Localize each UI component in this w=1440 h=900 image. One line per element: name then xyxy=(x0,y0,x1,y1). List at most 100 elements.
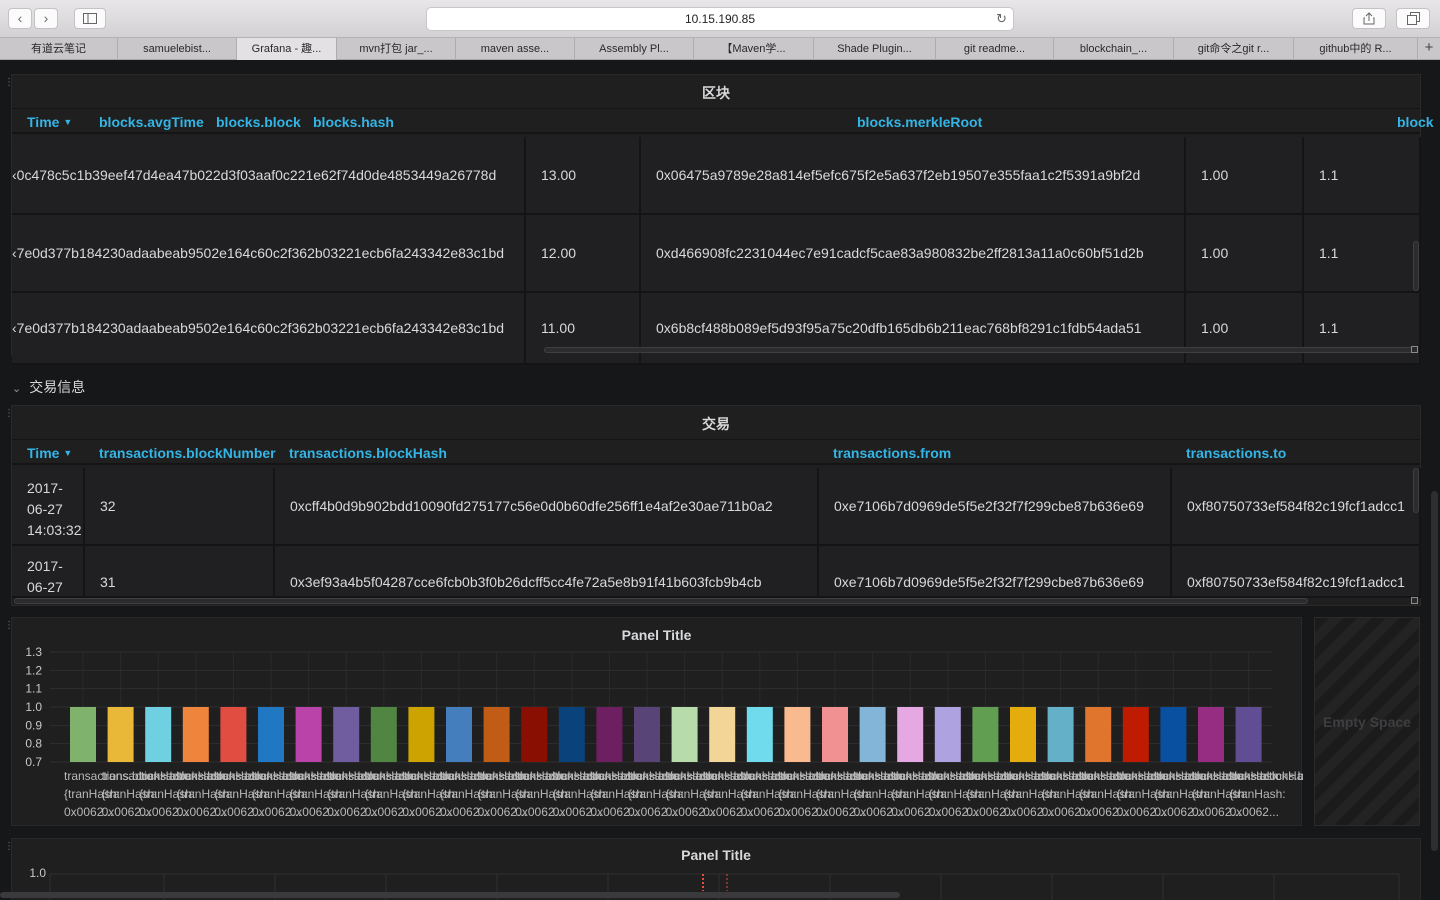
empty-space-label: Empty Space xyxy=(1323,714,1411,730)
table-cell: 1.1 xyxy=(1304,293,1421,365)
column-header-blocknumber[interactable]: transactions.blockNumber xyxy=(99,445,276,461)
bar xyxy=(1010,707,1036,762)
table-cell: 0xe7106b7d0969de5f5e2f32f7f299cbe87b636e… xyxy=(819,468,1172,546)
panel-title[interactable]: 交易 xyxy=(12,414,1420,434)
browser-tab[interactable]: Assembly Pl... xyxy=(575,38,694,60)
bar xyxy=(1047,707,1074,762)
table-cell: 0xf80750733ef584f82c19fcf1adcc1 xyxy=(1172,546,1421,598)
share-icon[interactable] xyxy=(1352,8,1386,29)
bar xyxy=(558,707,585,762)
bar xyxy=(1085,707,1112,762)
bar xyxy=(1122,707,1149,762)
bar xyxy=(634,707,660,762)
page-horizontal-scrollbar[interactable] xyxy=(0,892,900,898)
browser-tab[interactable]: github中的 R... xyxy=(1294,38,1418,60)
resize-handle-icon[interactable] xyxy=(1411,597,1418,604)
table-cell: 0xf80750733ef584f82c19fcf1adcc1 xyxy=(1172,468,1421,546)
dashboard: ⋮ 区块 Time ▼ blocks.avgTime blocks.block … xyxy=(0,61,1440,900)
empty-space-panel: Empty Space xyxy=(1314,617,1420,826)
table-header: Time ▼ transactions.blockNumber transact… xyxy=(12,439,1420,465)
bar xyxy=(822,707,848,762)
column-header-hash[interactable]: blocks.hash xyxy=(313,114,394,130)
browser-tab[interactable]: 有道云笔记 xyxy=(0,38,118,60)
column-header-to[interactable]: transactions.to xyxy=(1186,445,1286,461)
address-bar[interactable]: 10.15.190.85 ↻ xyxy=(426,7,1014,31)
page-vertical-scrollbar[interactable] xyxy=(1431,491,1438,851)
browser-tab[interactable]: git readme... xyxy=(936,38,1054,60)
bar xyxy=(258,707,284,762)
column-header-merkleroot[interactable]: blocks.merkleRoot xyxy=(857,114,982,130)
horizontal-scrollbar[interactable] xyxy=(544,347,1414,353)
bar xyxy=(483,707,510,762)
browser-tab[interactable]: Shade Plugin... xyxy=(814,38,936,60)
bar xyxy=(897,707,924,762)
browser-tab[interactable]: git命令之git r... xyxy=(1174,38,1294,60)
back-icon[interactable]: ‹ xyxy=(8,8,32,29)
column-header-from[interactable]: transactions.from xyxy=(833,445,951,461)
column-header-blockhash[interactable]: transactions.blockHash xyxy=(289,445,447,461)
drag-handle-icon[interactable]: ⋮ xyxy=(4,78,14,88)
column-header-block[interactable]: blocks.block xyxy=(216,114,301,130)
resize-handle-icon[interactable] xyxy=(1411,346,1418,353)
bar xyxy=(107,707,134,762)
bar xyxy=(596,707,623,762)
table-cell: 1.00 xyxy=(1186,137,1304,215)
table-cell: 31 xyxy=(85,546,275,598)
browser-tab[interactable]: mvn打包 jar_... xyxy=(337,38,456,60)
bar xyxy=(145,707,172,762)
drag-handle-icon[interactable]: ⋮ xyxy=(4,842,14,852)
browser-tab[interactable]: samuelebist... xyxy=(118,38,237,60)
forward-icon[interactable]: › xyxy=(34,8,58,29)
transactions-panel: ⋮ 交易 Time ▼ transactions.blockNumber tra… xyxy=(4,405,1421,606)
bar xyxy=(408,707,435,762)
table-cell: 0x6b8cf488b089ef5d93f95a75c20dfb165db6b2… xyxy=(641,293,1186,365)
bar-chart: 1.3 1.2 1.1 1.0 0.9 0.8 0.7 transactions.blockH… xyxy=(25,645,1303,819)
table-cell: 0xe7106b7d0969de5f5e2f32f7f299cbe87b636e… xyxy=(819,546,1172,598)
bar xyxy=(746,707,773,762)
new-tab-icon[interactable]: + xyxy=(1418,38,1440,60)
panel-title[interactable]: 区块 xyxy=(12,83,1420,103)
browser-tab[interactable]: maven asse... xyxy=(456,38,575,60)
bar xyxy=(934,707,961,762)
browser-tab[interactable]: blockchain_... xyxy=(1054,38,1174,60)
table-cell: 0xd466908fc2231044ec7e91cadcf5cae83a9808… xyxy=(641,215,1186,293)
y-axis-tick-label: 1.1 xyxy=(25,682,42,696)
table-cell: ‹0c478c5c1b39eef47d4ea47b022d3f03aaf0c22… xyxy=(12,137,526,215)
table-cell: ‹7e0d377b184230adaabeab9502e164c60c2f362… xyxy=(12,215,526,293)
table-cell: 1.1 xyxy=(1304,215,1421,293)
table-cell: 13.00 xyxy=(526,137,641,215)
y-axis-tick-label: 0.8 xyxy=(25,737,42,751)
drag-handle-icon[interactable]: ⋮ xyxy=(4,621,14,631)
vertical-scrollbar[interactable] xyxy=(1413,241,1419,291)
sort-caret-icon: ▼ xyxy=(63,448,73,458)
browser-tab[interactable]: 【Maven学... xyxy=(694,38,814,60)
bar xyxy=(333,707,360,762)
browser-tab[interactable]: Grafana - 趣... xyxy=(237,38,337,60)
sidebar-icon[interactable] xyxy=(74,8,106,29)
bar xyxy=(859,707,886,762)
table-cell: ‹7e0d377b184230adaabeab9502e164c60c2f362… xyxy=(12,293,526,365)
horizontal-scrollbar[interactable] xyxy=(14,598,1308,604)
bar xyxy=(784,707,811,762)
column-header-time[interactable]: Time ▼ xyxy=(27,114,72,130)
table-cell: 0x06475a9789e28a814ef5efc675f2e5a637f2eb… xyxy=(641,137,1186,215)
vertical-scrollbar[interactable] xyxy=(1413,468,1419,513)
bar xyxy=(709,707,736,762)
tab-bar: + 有道云笔记 samuelebist... Grafana - 趣... mvn打包… xyxy=(0,38,1440,60)
y-axis-tick-label: 0.7 xyxy=(25,755,42,769)
tabs-overview-icon[interactable] xyxy=(1396,8,1430,29)
bottom-graph xyxy=(49,873,1400,900)
column-header-time[interactable]: Time ▼ xyxy=(27,445,72,461)
drag-handle-icon[interactable]: ⋮ xyxy=(4,409,14,419)
reload-icon[interactable]: ↻ xyxy=(996,8,1007,30)
column-header-avgtime[interactable]: blocks.avgTime xyxy=(99,114,204,130)
row-header-transactions[interactable]: ⌄ 交易信息 xyxy=(12,377,85,397)
column-header-block-more[interactable]: block xyxy=(1397,114,1434,130)
table-header: Time ▼ blocks.avgTime blocks.block block… xyxy=(12,108,1434,134)
bar xyxy=(370,707,397,762)
table-cell: 2017-06-27 14:03:32 xyxy=(12,468,85,546)
table-cell: 0x3ef93a4b5f04287cce6fcb0b3f0b26dcff5cc4… xyxy=(275,546,819,598)
x-axis-tick-label: transactions.blockHash xyxy=(1230,769,1303,783)
bar xyxy=(220,707,247,762)
y-axis-tick-label: 0.9 xyxy=(25,718,42,732)
